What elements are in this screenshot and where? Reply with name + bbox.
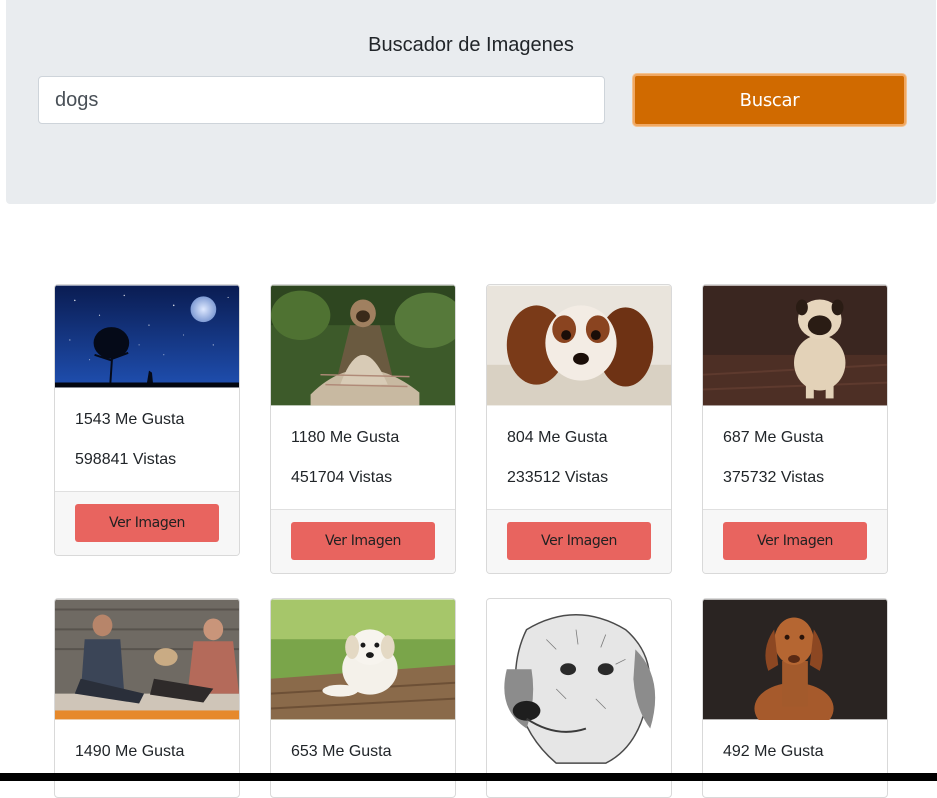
friends-with-dog-image[interactable] xyxy=(55,599,239,720)
search-input[interactable] xyxy=(38,76,605,124)
view-image-button[interactable]: Ver Imagen xyxy=(507,522,651,560)
likes-count: 653 Me Gusta xyxy=(291,743,392,760)
card-footer: Ver Imagen xyxy=(55,491,239,555)
view-image-button[interactable]: Ver Imagen xyxy=(75,504,219,542)
views-count: 451704 Vistas xyxy=(291,469,393,486)
image-card: 804 Me Gusta 233512 Vistas Ver Imagen xyxy=(486,284,672,574)
view-image-button[interactable]: Ver Imagen xyxy=(291,522,435,560)
likes-count: 1180 Me Gusta xyxy=(291,429,400,446)
likes-count: 687 Me Gusta xyxy=(723,429,824,446)
views-count: 375732 Vistas xyxy=(723,469,825,486)
views-count: 598841 Vistas xyxy=(75,451,177,468)
pug-puppy-image[interactable] xyxy=(703,285,887,406)
card-footer: Ver Imagen xyxy=(487,509,671,573)
bottom-bar xyxy=(0,773,937,781)
vizsla-dog-image[interactable] xyxy=(703,599,887,720)
image-card: 1180 Me Gusta 451704 Vistas Ver Imagen xyxy=(270,284,456,574)
image-card: 1543 Me Gusta 598841 Vistas Ver Imagen xyxy=(54,284,240,556)
white-puppy-image[interactable] xyxy=(271,599,455,720)
spaniel-carpet-image[interactable] xyxy=(487,285,671,406)
likes-count: 492 Me Gusta xyxy=(723,743,824,760)
night-sky-tree-image[interactable] xyxy=(55,285,239,388)
likes-count: 1490 Me Gusta xyxy=(75,743,185,760)
views-count: 233512 Vistas xyxy=(507,469,609,486)
search-button[interactable]: Buscar xyxy=(633,74,906,126)
image-card xyxy=(486,598,672,798)
likes-count: 1543 Me Gusta xyxy=(75,411,185,428)
view-image-button[interactable]: Ver Imagen xyxy=(723,522,867,560)
image-card: 492 Me Gusta xyxy=(702,598,888,798)
image-card: 1490 Me Gusta xyxy=(54,598,240,798)
pug-blanket-image[interactable] xyxy=(271,285,455,406)
card-footer: Ver Imagen xyxy=(271,509,455,573)
image-card: 687 Me Gusta 375732 Vistas Ver Imagen xyxy=(702,284,888,574)
likes-count: 804 Me Gusta xyxy=(507,429,608,446)
search-header: Buscador de Imagenes Buscar xyxy=(6,0,936,204)
card-footer: Ver Imagen xyxy=(703,509,887,573)
page-title: Buscador de Imagenes xyxy=(368,34,574,56)
image-card: 653 Me Gusta xyxy=(270,598,456,798)
dog-sketch-image[interactable] xyxy=(487,599,671,774)
